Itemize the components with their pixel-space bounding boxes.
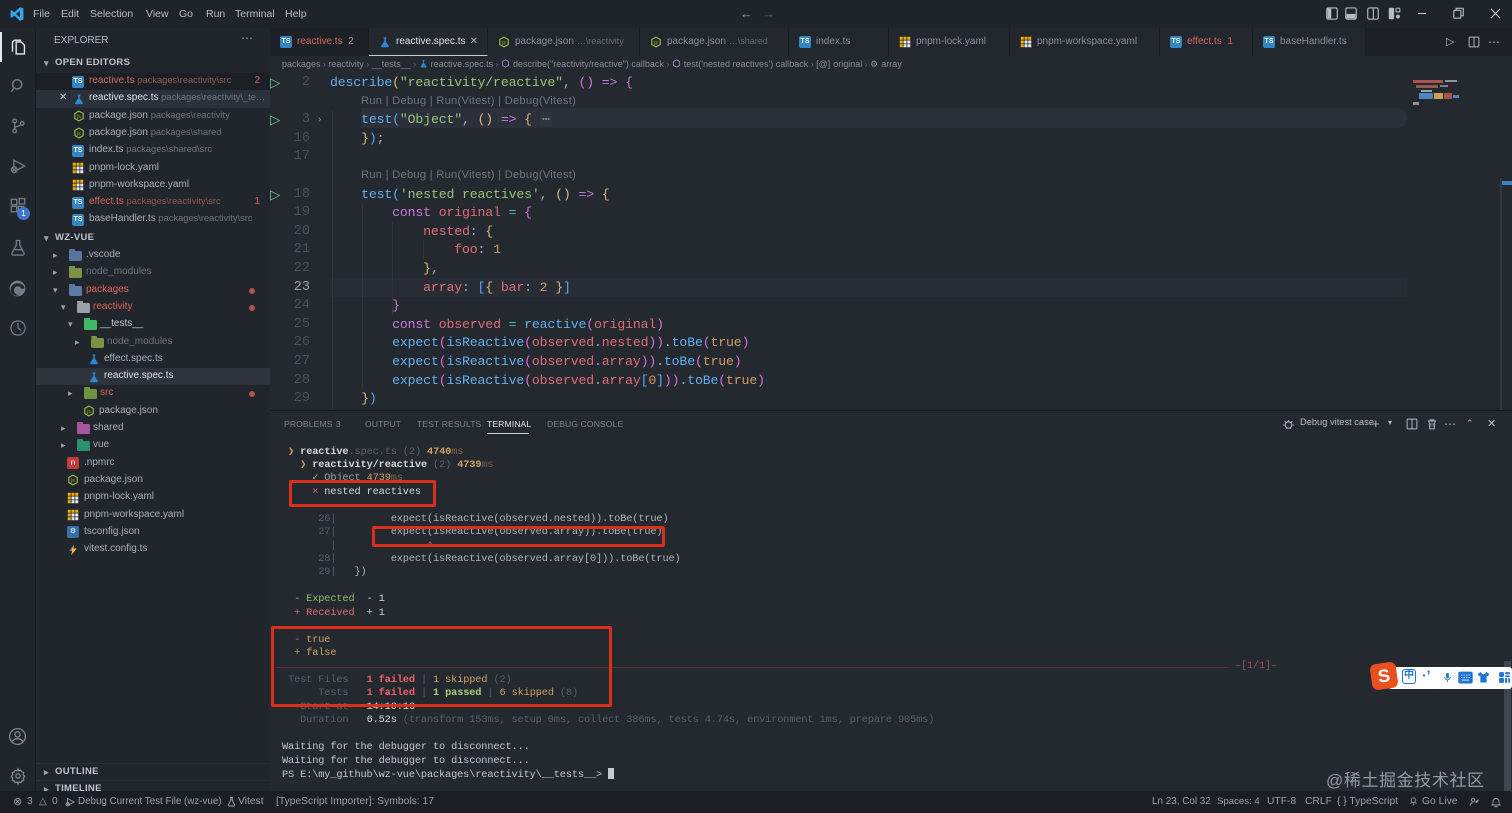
svg-text:js: js bbox=[76, 114, 81, 120]
svg-text:js: js bbox=[653, 40, 658, 46]
svg-text:js: js bbox=[76, 131, 81, 137]
svg-text:js: js bbox=[86, 409, 91, 415]
svg-text:js: js bbox=[70, 478, 75, 484]
svg-text:js: js bbox=[501, 40, 506, 46]
